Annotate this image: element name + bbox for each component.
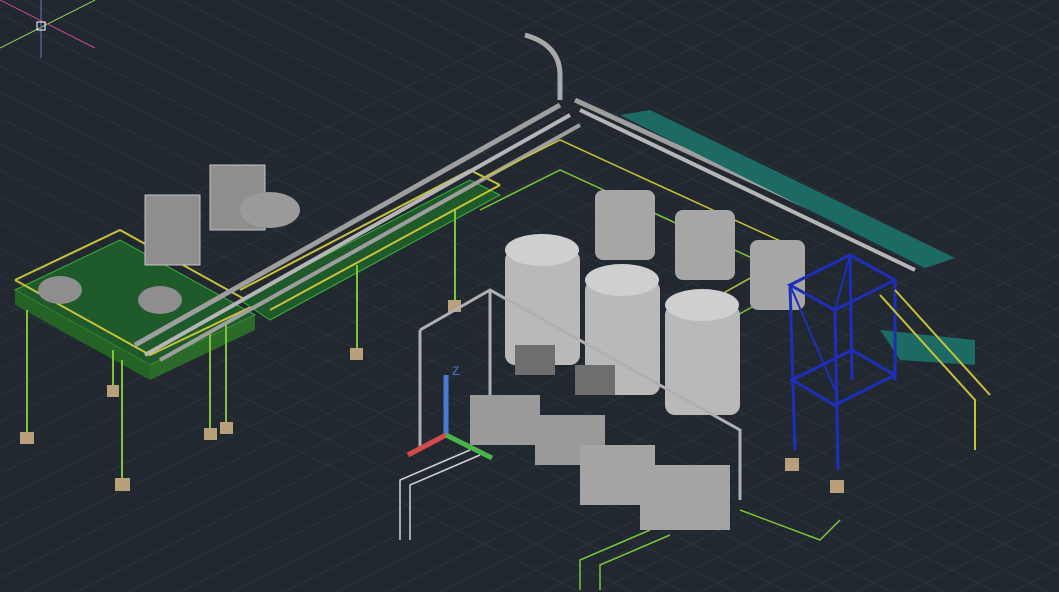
model-space-viewport[interactable]: Z <box>0 0 1059 592</box>
grid-line <box>803 463 1059 592</box>
grid-line <box>1011 567 1059 592</box>
grid-line <box>803 0 1059 129</box>
steel-frame <box>786 253 899 471</box>
left-platform <box>13 228 257 380</box>
grid-line <box>907 0 1059 77</box>
grid-line <box>907 515 1059 592</box>
grid-line <box>1011 0 1059 25</box>
grid-line <box>855 489 1059 592</box>
grid-line <box>855 0 1059 103</box>
ucs-axis-label: Z <box>452 364 459 378</box>
